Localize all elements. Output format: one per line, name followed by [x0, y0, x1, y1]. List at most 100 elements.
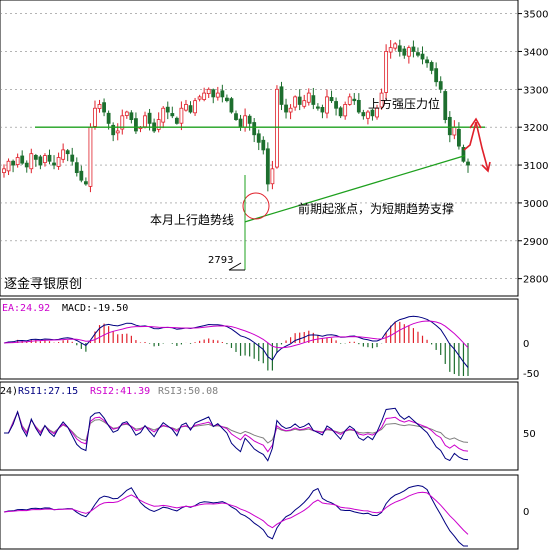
candle [329, 90, 334, 104]
candle [152, 118, 157, 133]
candle [52, 155, 56, 170]
candle [293, 95, 298, 111]
macd-diff-line [3, 315, 469, 368]
candle [143, 111, 147, 129]
candle [238, 114, 243, 131]
candle [115, 123, 120, 141]
candle [347, 93, 352, 106]
candle [452, 120, 457, 140]
y-tick-label: 3100 [523, 161, 548, 172]
candle [384, 44, 389, 101]
main-y-ticks: 2800 2900 3000 3100 3200 3300 3400 3500 [518, 10, 548, 286]
candle [397, 39, 402, 57]
rsi-tick-50: 50 [523, 429, 536, 440]
candle [393, 42, 398, 51]
bottom-line-a [3, 484, 468, 547]
candle [416, 47, 420, 58]
candle [193, 97, 197, 116]
candle [311, 87, 316, 110]
bottom-tick-zero: 0 [523, 507, 529, 518]
candle [179, 101, 184, 131]
candle [97, 99, 102, 113]
candle [388, 40, 393, 59]
candle [6, 158, 11, 176]
candle [338, 106, 343, 119]
candle [297, 89, 302, 111]
candle [93, 100, 97, 130]
candle [102, 98, 106, 117]
candle [288, 104, 293, 120]
candle [74, 157, 79, 177]
candle [279, 81, 284, 111]
candle [302, 94, 307, 109]
candle [306, 88, 311, 106]
candle [65, 149, 70, 162]
candle [11, 159, 15, 173]
candle [411, 40, 416, 58]
candle [56, 152, 61, 170]
y-tick-label: 3300 [523, 85, 548, 96]
candle [466, 158, 470, 173]
macd-dea-label: EA:24.92 [2, 303, 50, 314]
candle [315, 103, 320, 111]
candle [320, 104, 325, 119]
candle [202, 87, 207, 102]
macd-tick-neg50: -50 [523, 369, 539, 380]
y-tick-label: 2800 [523, 275, 548, 286]
candle [15, 153, 20, 168]
candle [215, 86, 220, 101]
candle [2, 164, 6, 178]
candle [461, 144, 466, 163]
candle [334, 97, 338, 116]
bottom-panel-frame [0, 474, 519, 550]
candle [443, 89, 448, 124]
candle [406, 45, 411, 64]
macd-value-label: MACD:-19.50 [62, 303, 128, 314]
candle [206, 87, 211, 98]
candle [43, 153, 47, 167]
chart-svg: 28002900300031003200330034003500 上方强压力位 … [0, 0, 548, 550]
candle [229, 96, 234, 114]
resistance-annotation: 上方强压力位 [368, 96, 440, 111]
bottom-line-b [3, 491, 469, 535]
y-tick-label: 3400 [523, 47, 548, 58]
y-tick-label: 3200 [523, 123, 548, 134]
candle [24, 160, 29, 173]
candle [361, 109, 366, 120]
candle [366, 110, 370, 125]
rsi3-label: RSI3:50.08 [158, 386, 218, 397]
candle [420, 46, 425, 65]
candle [425, 56, 429, 68]
rsi2-label: RSI2:41.39 [90, 386, 150, 397]
candle [111, 122, 116, 142]
y-tick-label: 2900 [523, 237, 548, 248]
candle [457, 122, 461, 150]
low-value-label: 2793 [208, 255, 233, 266]
rsi-period-label: 24) [0, 386, 18, 397]
candle [156, 112, 161, 133]
candle [434, 62, 439, 87]
candle [438, 76, 443, 94]
candle [402, 45, 407, 59]
candle [70, 147, 75, 166]
candle [170, 106, 175, 119]
candle [225, 94, 229, 103]
support-annotation: 前期起涨点，为短期趋势支撑 [298, 201, 454, 216]
candle [243, 108, 247, 132]
candle [211, 88, 216, 104]
candle [79, 165, 84, 183]
candle [256, 129, 261, 151]
candle [197, 94, 202, 102]
candle [247, 114, 252, 131]
candle [20, 150, 25, 165]
candle [129, 110, 134, 124]
chart-root: 2800 2900 3000 3100 3200 3300 3400 3500 上方强压力位 … [0, 0, 550, 552]
rsi1-label: RSI1:27.15 [18, 386, 78, 397]
candle [265, 142, 270, 192]
candle [83, 177, 88, 186]
candle [88, 123, 93, 193]
candle [165, 101, 170, 120]
pivot-circle-marker [242, 192, 270, 220]
candle [161, 106, 166, 129]
candle [61, 143, 66, 163]
